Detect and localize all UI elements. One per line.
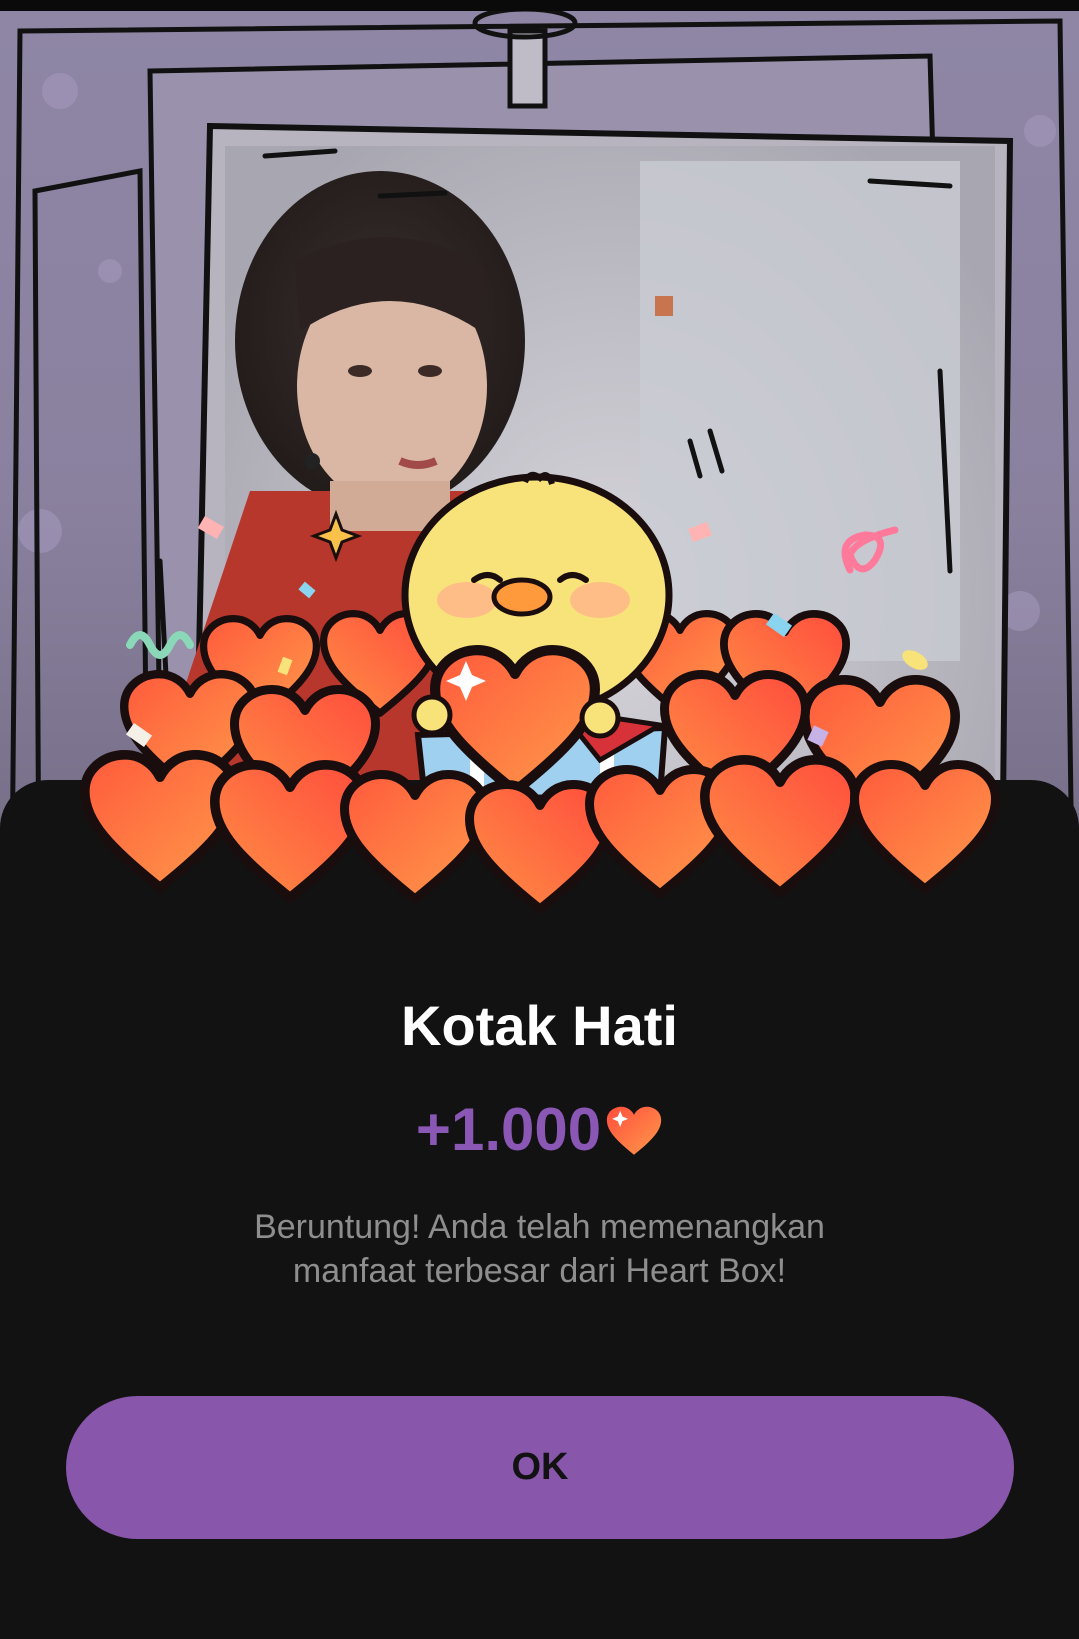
dialog-title: Kotak Hati <box>401 994 678 1057</box>
reward-amount-row: +1.000 <box>0 1095 1079 1165</box>
ok-button[interactable]: OK <box>66 1396 1014 1539</box>
reward-amount: +1.000 <box>415 1096 602 1163</box>
reward-description: Beruntung! Anda telah memenangkan manfaa… <box>254 1208 825 1290</box>
heart-box-mascot-icon <box>0 470 1079 935</box>
status-bar-strip <box>0 0 1079 11</box>
heart-icon <box>606 1106 662 1155</box>
